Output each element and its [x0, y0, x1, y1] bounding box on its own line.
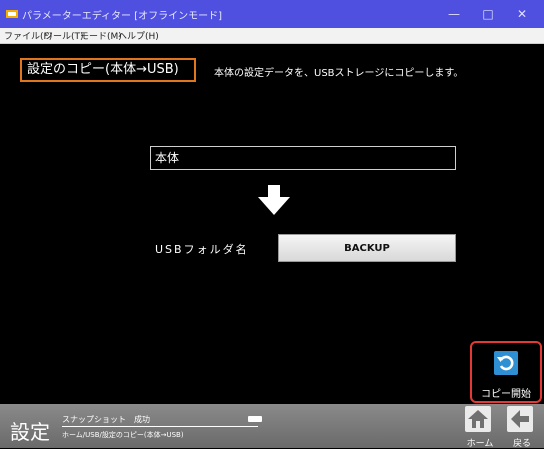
page-heading: 設定のコピー(本体→USB) [20, 58, 196, 82]
usb-folder-label: USBフォルダ名 [155, 243, 249, 256]
menu-help[interactable]: ヘルプ(H) [118, 29, 159, 42]
footer-bar: 設定 スナップショット 成功 ホーム/USB/設定のコピー(本体→USB) ホー… [0, 404, 544, 449]
home-button[interactable]: ホーム [462, 406, 498, 449]
breadcrumb: ホーム/USB/設定のコピー(本体→USB) [62, 431, 184, 439]
usb-folder-name-button[interactable]: BACKUP [278, 234, 456, 262]
title-bar: パラメーターエディター [オフラインモード] — □ ✕ [0, 0, 544, 28]
minimize-button[interactable]: — [440, 4, 468, 24]
window-title: パラメーターエディター [オフラインモード] [22, 11, 222, 22]
footer-divider [62, 426, 258, 427]
back-arrow-icon [511, 410, 529, 428]
copy-start-label: コピー開始 [481, 389, 531, 400]
arrow-down-icon [258, 185, 290, 215]
menu-mode[interactable]: モード(M) [80, 29, 122, 42]
maximize-button[interactable]: □ [474, 4, 502, 24]
source-field: 本体 [150, 146, 456, 170]
footer-title: 設定 [10, 420, 50, 444]
page-description: 本体の設定データを、USBストレージにコピーします。 [214, 68, 464, 79]
copy-start-button[interactable]: コピー開始 [470, 341, 542, 403]
menu-tools[interactable]: ツール(T) [44, 29, 84, 42]
home-label: ホーム [466, 439, 494, 449]
app-icon [6, 10, 18, 18]
menu-bar: ファイル(F) ツール(T) モード(M) ヘルプ(H) [0, 28, 544, 44]
refresh-icon [494, 351, 518, 375]
home-icon [468, 410, 488, 428]
status-text: スナップショット 成功 [62, 415, 150, 424]
back-button[interactable]: 戻る [504, 406, 540, 449]
connection-badge-icon [248, 416, 262, 422]
back-label: 戻る [512, 439, 531, 449]
close-button[interactable]: ✕ [508, 4, 536, 24]
